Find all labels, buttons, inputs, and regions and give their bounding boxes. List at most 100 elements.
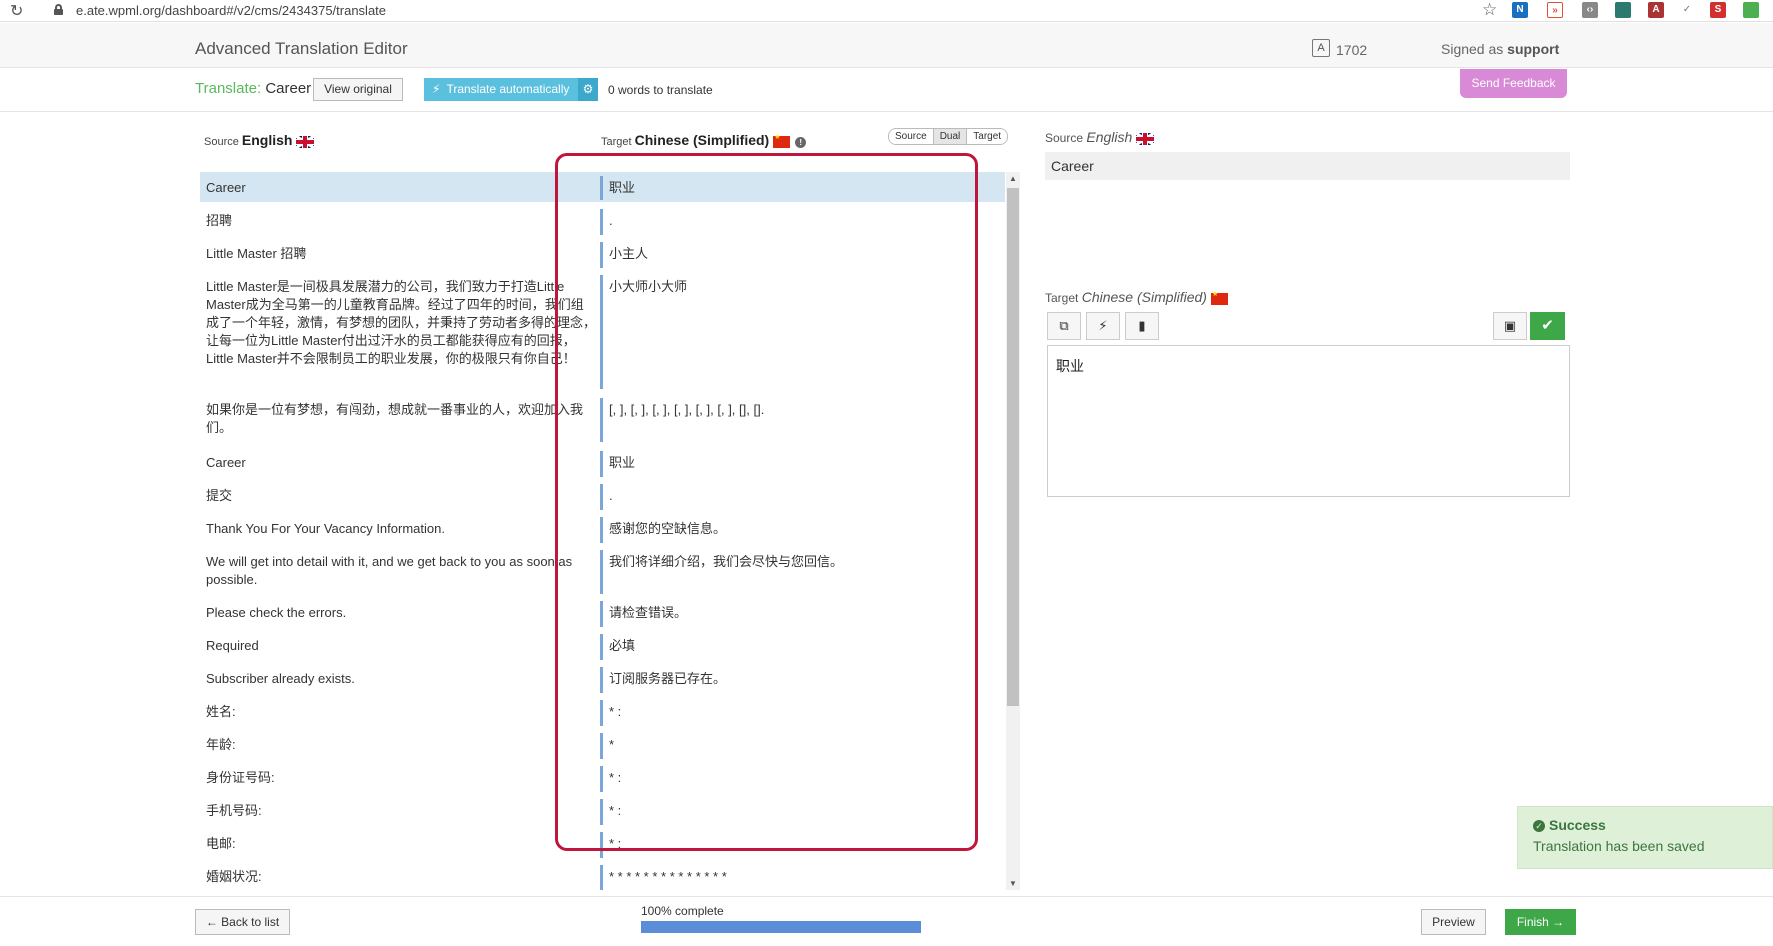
segment-target[interactable]: 职业 xyxy=(609,179,989,197)
footer: ← Back to list 100% complete Preview Fin… xyxy=(0,896,1773,946)
segment-row[interactable]: 提交 . xyxy=(200,480,1005,510)
segment-source: 提交 xyxy=(206,488,233,503)
segment-target[interactable]: * : xyxy=(609,835,989,853)
segment-row[interactable]: Required 必填 xyxy=(200,630,1005,660)
glossary-button[interactable]: ▮ xyxy=(1125,312,1159,340)
toast-message: Translation has been saved xyxy=(1533,838,1705,854)
segment-row[interactable]: We will get into detail with it, and we … xyxy=(200,546,1005,594)
segment-divider xyxy=(600,451,603,477)
extension-arrow-icon[interactable]: » xyxy=(1547,2,1563,18)
segment-divider xyxy=(600,700,603,726)
info-icon[interactable]: ! xyxy=(795,136,807,148)
segment-list: Career 职业 招聘 . Little Master 招聘 小主人 Litt… xyxy=(200,170,1005,890)
preview-button[interactable]: Preview xyxy=(1421,909,1486,935)
extension-code-icon[interactable]: ‹› xyxy=(1582,2,1598,18)
segment-source: Career xyxy=(206,180,246,195)
segment-target[interactable]: . xyxy=(609,212,989,230)
segment-target[interactable]: [, ], [, ], [, ], [, ], [, ], [, ], [], … xyxy=(609,401,989,419)
segment-row[interactable]: 电邮: * : xyxy=(200,828,1005,858)
view-mode-toggle: Source Dual Target xyxy=(888,128,1009,145)
scroll-down-icon[interactable]: ▼ xyxy=(1006,879,1020,888)
save-draft-button[interactable]: ▣ xyxy=(1493,312,1527,340)
segment-divider xyxy=(600,398,603,442)
segment-target[interactable]: . xyxy=(609,487,989,505)
extension-s-icon[interactable]: S xyxy=(1710,2,1726,18)
segment-row[interactable]: Career 职业 xyxy=(200,447,1005,477)
lightning-icon: ⚡ xyxy=(432,82,441,96)
scrollbar-thumb[interactable] xyxy=(1007,188,1019,706)
bookmark-star-icon[interactable]: ☆ xyxy=(1482,0,1497,20)
segment-target[interactable]: 职业 xyxy=(609,454,989,472)
segment-target[interactable]: 请检查错误。 xyxy=(609,604,989,622)
extension-pdf-icon[interactable]: A xyxy=(1648,2,1664,18)
extension-green-icon[interactable] xyxy=(1743,2,1759,18)
segment-target[interactable]: 小主人 xyxy=(609,245,989,263)
segment-source: Please check the errors. xyxy=(206,605,347,620)
toggle-source[interactable]: Source xyxy=(889,129,934,144)
success-toast: ✓ Success Translation has been saved xyxy=(1517,806,1773,869)
segment-target[interactable]: * * * * * * * * * * * * * * xyxy=(609,868,989,886)
segment-target[interactable]: 必填 xyxy=(609,637,989,655)
extension-square-icon[interactable] xyxy=(1615,2,1631,18)
segment-row[interactable]: Career 职业 xyxy=(200,172,1005,202)
progress-fill xyxy=(641,921,921,933)
segment-target[interactable]: 感谢您的空缺信息。 xyxy=(609,520,989,538)
copy-source-button[interactable]: ⧉ xyxy=(1047,312,1081,340)
segment-row[interactable]: 招聘 . xyxy=(200,205,1005,235)
signed-as: Signed as support xyxy=(1441,41,1560,57)
segment-target[interactable]: * : xyxy=(609,703,989,721)
segment-row[interactable]: Please check the errors. 请检查错误。 xyxy=(200,597,1005,627)
reload-icon[interactable]: ↻ xyxy=(10,1,23,21)
toast-title: ✓ Success xyxy=(1533,817,1757,833)
uk-flag-icon xyxy=(1136,132,1155,145)
check-circle-icon: ✓ xyxy=(1533,820,1545,833)
segment-source: 婚姻状况: xyxy=(206,869,262,884)
toggle-dual[interactable]: Dual xyxy=(933,129,968,144)
segment-row[interactable]: 婚姻状况: * * * * * * * * * * * * * * xyxy=(200,861,1005,890)
toggle-target[interactable]: Target xyxy=(967,129,1008,144)
segment-row[interactable]: 年龄: * xyxy=(200,729,1005,759)
gear-icon[interactable]: ⚙ xyxy=(578,78,598,101)
segment-divider xyxy=(600,550,603,594)
machine-translate-button[interactable]: ⚡ xyxy=(1086,312,1120,340)
target-text-editor[interactable]: 职业 xyxy=(1047,345,1570,497)
segment-row[interactable]: Thank You For Your Vacancy Information. … xyxy=(200,513,1005,543)
segment-target[interactable]: * : xyxy=(609,769,989,787)
segment-source: 手机号码: xyxy=(206,803,262,818)
source-text-box: Career xyxy=(1045,152,1570,180)
view-original-button[interactable]: View original xyxy=(313,78,403,101)
segment-row[interactable]: Little Master 招聘 小主人 xyxy=(200,238,1005,268)
segment-row[interactable]: Subscriber already exists. 订阅服务器已存在。 xyxy=(200,663,1005,693)
segment-divider xyxy=(600,601,603,627)
complete-button[interactable]: ✔ xyxy=(1530,312,1565,340)
segment-target[interactable]: 我们将详细介绍，我们会尽快与您回信。 xyxy=(609,553,989,571)
segment-divider xyxy=(600,799,603,825)
back-to-list-button[interactable]: ← Back to list xyxy=(195,909,290,935)
segment-divider xyxy=(600,667,603,693)
segment-row[interactable]: 如果你是一位有梦想，有闯劲，想成就一番事业的人，欢迎加入我们。 [, ], [,… xyxy=(200,394,1005,442)
segment-row[interactable]: 身份证号码: * : xyxy=(200,762,1005,792)
segment-divider xyxy=(600,634,603,660)
finish-button[interactable]: Finish → xyxy=(1505,909,1576,935)
china-flag-icon xyxy=(1210,290,1228,305)
segment-row[interactable]: Little Master是一间极具发展潜力的公司，我们致力于打造Little … xyxy=(200,271,1005,389)
translate-automatically-button[interactable]: ⚡ Translate automatically ⚙ xyxy=(424,78,598,101)
segment-target[interactable]: 订阅服务器已存在。 xyxy=(609,670,989,688)
segment-source: 如果你是一位有梦想，有闯劲，想成就一番事业的人，欢迎加入我们。 xyxy=(206,402,584,435)
extension-check-icon[interactable]: ✓ xyxy=(1679,2,1695,18)
url-text[interactable]: e.ate.wpml.org/dashboard#/v2/cms/2434375… xyxy=(76,3,386,18)
segment-target[interactable]: 小大师小大师 xyxy=(609,278,989,296)
target-column-header: Target Chinese (Simplified)! xyxy=(601,132,807,149)
lock-icon[interactable] xyxy=(54,4,63,15)
extension-new-icon[interactable]: N xyxy=(1512,2,1528,18)
segment-divider xyxy=(600,517,603,543)
scroll-up-icon[interactable]: ▲ xyxy=(1006,174,1020,183)
save-icon: ▣ xyxy=(1503,318,1517,333)
segment-row[interactable]: 手机号码: * : xyxy=(200,795,1005,825)
segment-divider xyxy=(600,242,603,268)
segment-target[interactable]: * xyxy=(609,736,989,754)
send-feedback-button[interactable]: Send Feedback xyxy=(1460,69,1567,98)
segment-scrollbar[interactable]: ▲ ▼ xyxy=(1006,172,1020,890)
segment-row[interactable]: 姓名: * : xyxy=(200,696,1005,726)
segment-target[interactable]: * : xyxy=(609,802,989,820)
